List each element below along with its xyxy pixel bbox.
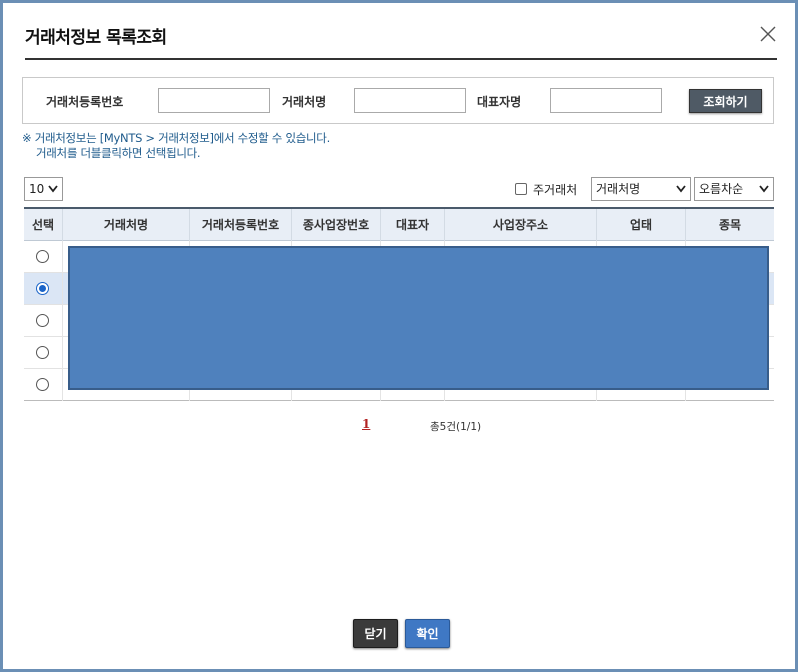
notice-line-2: 거래처를 더블클릭하면 선택됩니다.: [36, 146, 201, 160]
chevron-down-icon: [676, 185, 686, 193]
redaction-overlay: [68, 246, 769, 390]
dialog-title: 거래처정보 목록조회: [25, 28, 167, 48]
total-count: 총5건(1/1): [430, 421, 482, 433]
page-size-select[interactable]: 10: [24, 177, 63, 201]
page-size-value: 10: [29, 182, 45, 196]
partner-name-input[interactable]: [354, 88, 466, 113]
sort-direction-value: 오름차순: [699, 182, 744, 196]
confirm-button[interactable]: 확인: [405, 619, 450, 648]
row-radio[interactable]: [36, 250, 49, 263]
rep-name-label: 대표자명: [477, 95, 522, 109]
rep-name-input[interactable]: [550, 88, 662, 113]
page-link-current[interactable]: 1: [362, 417, 370, 431]
col-address: 사업장주소: [444, 209, 596, 242]
sort-field-value: 거래처명: [596, 182, 641, 196]
close-icon[interactable]: [759, 25, 777, 43]
sort-field-select[interactable]: 거래처명: [591, 177, 691, 201]
col-representative: 대표자: [380, 209, 444, 242]
reg-no-input[interactable]: [158, 88, 270, 113]
row-radio[interactable]: [36, 314, 49, 327]
notice-text: ※ 거래처정보는 [MyNTS > 거래처정보]에서 수정할 수 있습니다. 거…: [22, 131, 330, 161]
search-button[interactable]: 조회하기: [689, 89, 762, 113]
chevron-down-icon: [48, 185, 58, 193]
search-panel: 거래처등록번호 거래처명 대표자명 조회하기: [22, 77, 774, 124]
col-reg-no: 거래처등록번호: [189, 209, 291, 242]
col-business-item: 종목: [685, 209, 774, 242]
reg-no-label: 거래처등록번호: [46, 95, 124, 109]
col-business-type: 업태: [596, 209, 685, 242]
col-select: 선택: [31, 218, 55, 232]
partner-name-label: 거래처명: [282, 95, 327, 109]
row-radio[interactable]: [36, 282, 49, 295]
notice-line-1: ※ 거래처정보는 [MyNTS > 거래처정보]에서 수정할 수 있습니다.: [22, 131, 330, 145]
chevron-down-icon: [759, 185, 769, 193]
close-button[interactable]: 닫기: [353, 619, 398, 648]
col-branch-no: 종사업장번호: [291, 209, 380, 242]
row-radio[interactable]: [36, 346, 49, 359]
main-partner-label: 주거래처: [533, 183, 578, 197]
table-header: 선택 거래처명 거래처등록번호 종사업장번호 대표자 사업장주소 업태 종목: [24, 207, 774, 242]
main-partner-checkbox[interactable]: [515, 183, 527, 195]
row-radio[interactable]: [36, 378, 49, 391]
title-divider: [25, 58, 777, 60]
sort-direction-select[interactable]: 오름차순: [694, 177, 774, 201]
column-divider: [62, 241, 63, 401]
col-partner-name: 거래처명: [62, 209, 189, 242]
